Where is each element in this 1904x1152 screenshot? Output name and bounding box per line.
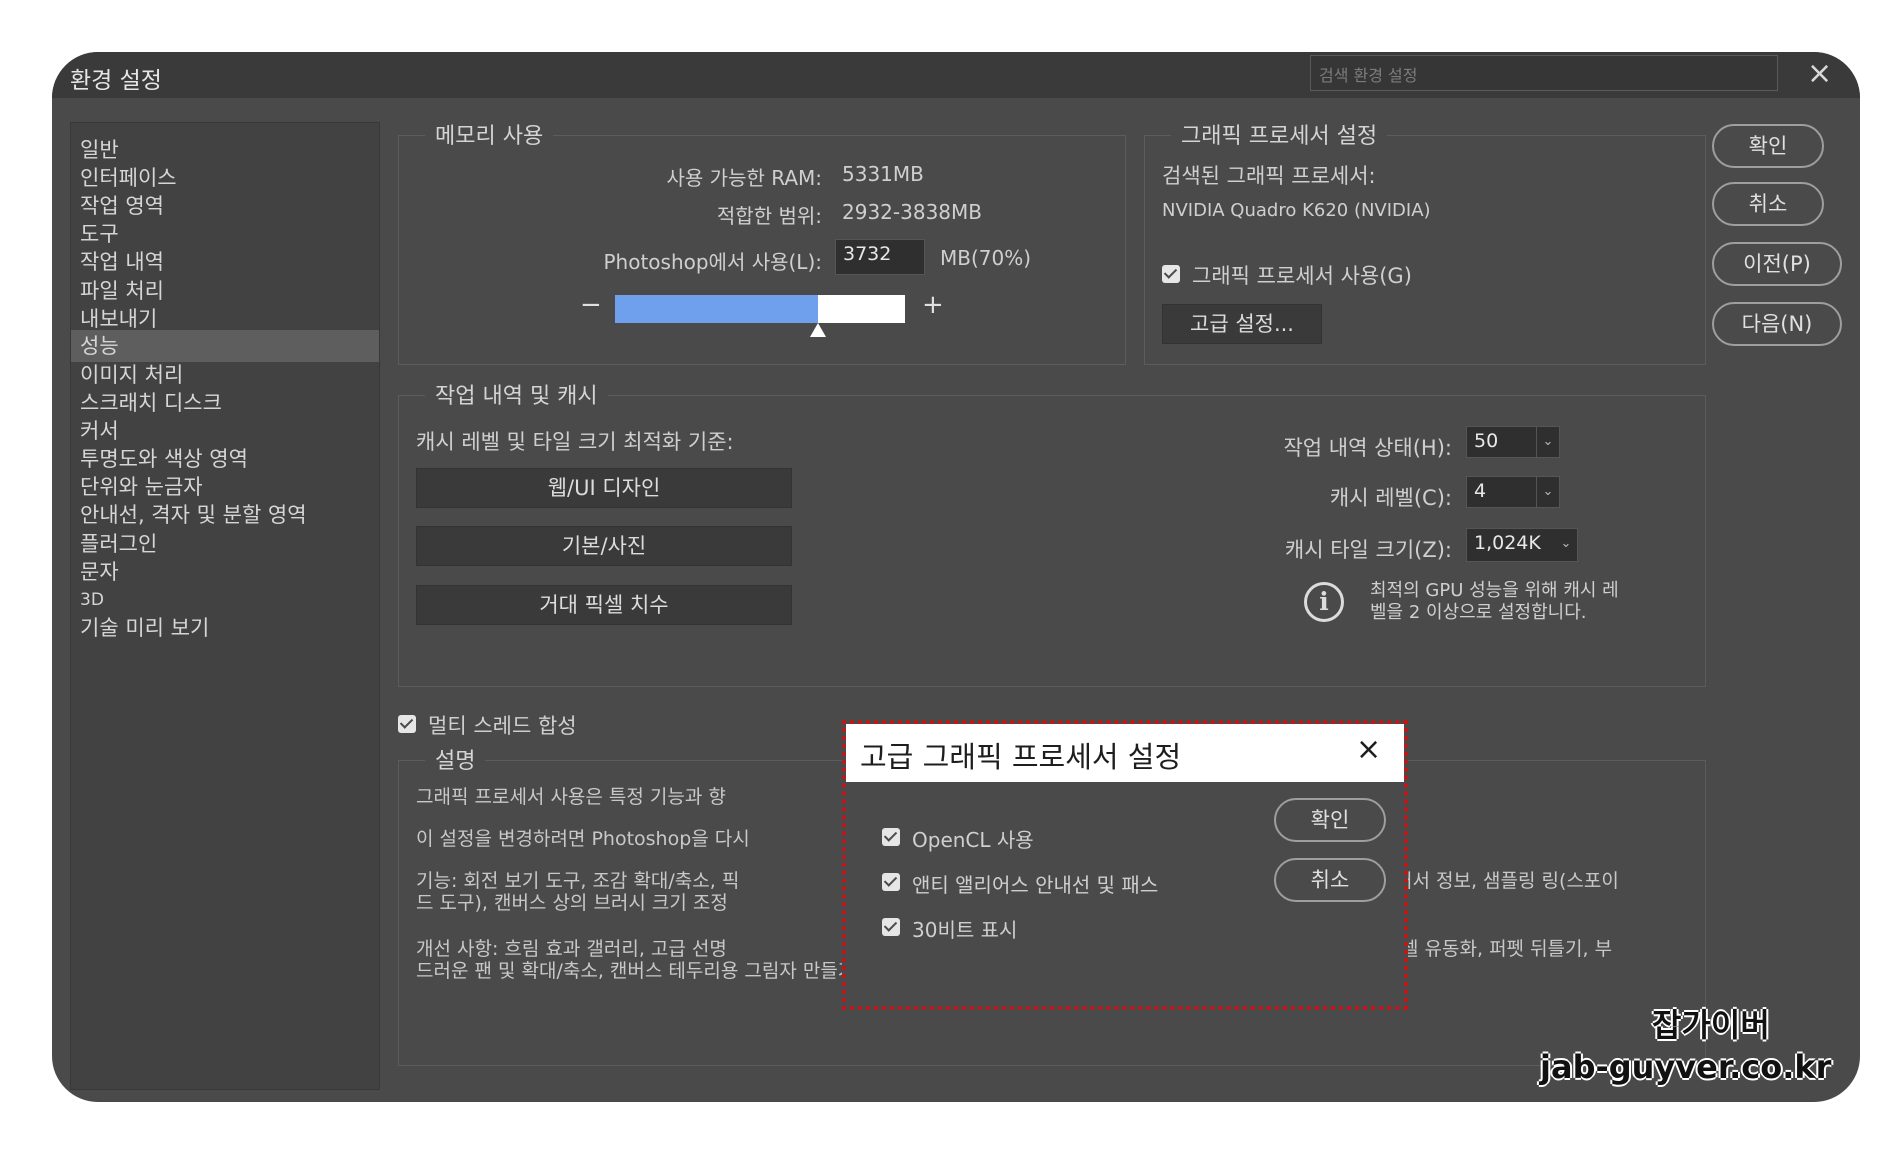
history-cache-legend: 작업 내역 및 캐시 — [425, 378, 608, 410]
chevron-down-icon[interactable]: ⌄ — [1555, 529, 1577, 561]
previous-button[interactable]: 이전(P) — [1712, 242, 1842, 286]
sidebar-item-guides[interactable]: 안내선, 격자 및 분할 영역 — [71, 499, 379, 531]
chevron-down-icon[interactable]: ⌄ — [1536, 477, 1559, 507]
close-icon[interactable]: × — [1807, 56, 1832, 91]
ram-label: 사용 가능한 RAM: — [666, 166, 822, 190]
next-button[interactable]: 다음(N) — [1712, 302, 1842, 346]
dialog-title-bar: 고급 그래픽 프로세서 설정 × — [846, 724, 1404, 782]
opencl-label: OpenCL 사용 — [912, 828, 1034, 852]
cache-tile-size-value: 1,024K — [1474, 532, 1541, 554]
huge-pixel-button[interactable]: 거대 픽셀 치수 — [416, 585, 792, 625]
cache-levels-field[interactable]: 4 ⌄ — [1466, 476, 1560, 508]
web-ui-design-button[interactable]: 웹/UI 디자인 — [416, 468, 792, 508]
close-icon[interactable]: × — [1356, 732, 1381, 767]
description-para-1: 그래픽 프로세서 사용은 특정 기능과 향 — [416, 786, 726, 808]
description-improvements-line1: 개선 사항: 흐림 효과 갤러리, 고급 선명 — [416, 938, 727, 960]
multithread-label: 멀티 스레드 합성 — [428, 714, 577, 738]
advanced-settings-button[interactable]: 고급 설정... — [1162, 304, 1322, 344]
dialog-cancel-button[interactable]: 취소 — [1274, 858, 1386, 902]
gpu-tip-line2: 벨을 2 이상으로 설정합니다. — [1370, 602, 1587, 623]
sidebar-item-performance[interactable]: 성능 — [71, 330, 379, 362]
detected-gpu-value: NVIDIA Quadro K620 (NVIDIA) — [1162, 200, 1431, 221]
title-bar: 환경 설정 검색 환경 설정 × — [52, 52, 1860, 98]
window-title: 환경 설정 — [70, 68, 162, 94]
cache-tile-size-label: 캐시 타일 크기(Z): — [1284, 538, 1452, 562]
watermark-title: 잡가이버 — [1652, 1006, 1770, 1044]
gpu-settings-legend: 그래픽 프로세서 설정 — [1171, 118, 1388, 150]
category-list: 일반 인터페이스 작업 영역 도구 작업 내역 파일 처리 내보내기 성능 이미… — [70, 122, 380, 1090]
detected-gpu-label: 검색된 그래픽 프로세서: — [1162, 164, 1376, 188]
description-para-2: 이 설정을 변경하려면 Photoshop을 다시 — [416, 828, 750, 850]
memory-usage-legend: 메모리 사용 — [425, 118, 554, 150]
chevron-down-icon[interactable]: ⌄ — [1536, 427, 1559, 457]
usage-unit: MB(70%) — [940, 246, 1032, 270]
description-features-line1: 기능: 회전 보기 도구, 조감 확대/축소, 픽 — [416, 870, 740, 892]
description-features-line2: 드 도구), 캔버스 상의 브러시 크기 조정 — [416, 892, 728, 914]
antialias-label: 앤티 앨리어스 안내선 및 패스 — [912, 873, 1159, 897]
range-label: 적합한 범위: — [716, 204, 822, 228]
history-states-value: 50 — [1474, 430, 1499, 452]
slider-fill — [615, 295, 818, 323]
search-input[interactable]: 검색 환경 설정 — [1310, 55, 1778, 91]
history-states-label: 작업 내역 상태(H): — [1283, 436, 1452, 460]
cache-optimize-label: 캐시 레벨 및 타일 크기 최적화 기준: — [416, 430, 734, 454]
30bit-display-checkbox[interactable] — [882, 918, 900, 936]
sidebar-item-tech-previews[interactable]: 기술 미리 보기 — [71, 612, 379, 644]
use-gpu-label: 그래픽 프로세서 사용(G) — [1192, 264, 1412, 288]
range-value: 2932-3838MB — [842, 200, 982, 224]
history-states-field[interactable]: 50 ⌄ — [1466, 426, 1560, 458]
cancel-button[interactable]: 취소 — [1712, 182, 1824, 226]
photoshop-usage-input[interactable]: 3732 — [835, 239, 925, 275]
info-icon: i — [1304, 582, 1344, 622]
dialog-title: 고급 그래픽 프로세서 설정 — [860, 740, 1182, 774]
use-gpu-checkbox[interactable] — [1162, 265, 1180, 283]
increase-icon[interactable]: + — [922, 290, 944, 320]
dialog-ok-button[interactable]: 확인 — [1274, 798, 1386, 842]
antialias-checkbox[interactable] — [882, 873, 900, 891]
preferences-window: 환경 설정 검색 환경 설정 × 일반 인터페이스 작업 영역 도구 작업 내역… — [52, 52, 1860, 1102]
cache-levels-label: 캐시 레벨(C): — [1329, 486, 1452, 510]
ram-value: 5331MB — [842, 162, 924, 186]
photoshop-usage-label: Photoshop에서 사용(L): — [603, 250, 822, 274]
decrease-icon[interactable]: − — [580, 290, 602, 320]
cache-tile-size-select[interactable]: 1,024K ⌄ — [1466, 528, 1578, 562]
multithread-checkbox[interactable] — [398, 715, 416, 733]
default-photo-button[interactable]: 기본/사진 — [416, 526, 792, 566]
memory-slider[interactable] — [615, 295, 905, 337]
sidebar-item-history-log[interactable]: 작업 내역 — [71, 246, 379, 278]
description-legend: 설명 — [425, 743, 486, 775]
watermark-url: jab-guyver.co.kr — [1540, 1048, 1832, 1086]
cache-levels-value: 4 — [1474, 480, 1487, 502]
opencl-checkbox[interactable] — [882, 828, 900, 846]
ok-button[interactable]: 확인 — [1712, 124, 1824, 168]
slider-thumb[interactable] — [810, 323, 826, 337]
30bit-display-label: 30비트 표시 — [912, 918, 1018, 942]
advanced-gpu-dialog: 고급 그래픽 프로세서 설정 × OpenCL 사용 앤티 앨리어스 안내선 및… — [842, 720, 1408, 1010]
slider-track — [818, 295, 905, 323]
